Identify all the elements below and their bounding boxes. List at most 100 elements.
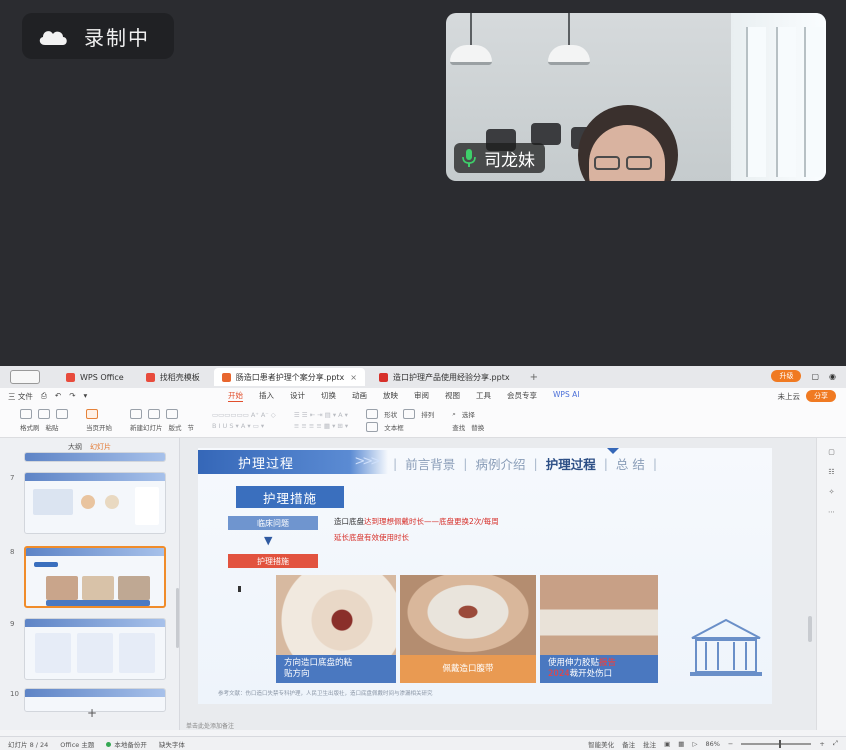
window-layout-icon[interactable]: ▢	[811, 372, 819, 381]
missing-fonts[interactable]: 缺失字体	[159, 739, 185, 749]
home-tab-icon[interactable]	[10, 370, 40, 384]
canvas-scrollbar[interactable]	[808, 616, 812, 642]
section-label[interactable]: 节	[188, 422, 195, 432]
zoom-slider[interactable]	[741, 739, 812, 748]
textbox-icon[interactable]	[366, 422, 379, 432]
current-slide[interactable]: >>> 护理过程 | 前言背景 | 病例介绍 | 护理过程 | 总 结 | 护理…	[198, 448, 772, 704]
add-tab-button[interactable]: +	[530, 372, 538, 383]
sorter-view-icon[interactable]: ▦	[678, 740, 684, 748]
menu-bar: 三 文件 ⎙ ↶ ↷ ▾ 开始 插入 设计 切换 动画 放映 审阅 视图 工具 …	[0, 388, 846, 404]
normal-view-icon[interactable]: ▣	[664, 740, 670, 748]
notes-bar[interactable]: 单击此处添加备注	[180, 720, 816, 730]
section-icon[interactable]	[166, 409, 178, 419]
font-controls[interactable]: ▭▭▭▭▭▭ A⁺ A⁻ ◇	[212, 411, 276, 419]
paragraph-controls[interactable]: ☰ ☰ ⇤ ⇥ ▤ ▾ A ▾	[294, 411, 348, 419]
more-tools-icon[interactable]: ⋯	[828, 508, 835, 516]
menu-insert[interactable]: 插入	[259, 390, 274, 402]
avatar[interactable]: ◉	[829, 372, 836, 381]
slide-canvas: >>> 护理过程 | 前言背景 | 病例介绍 | 护理过程 | 总 结 | 护理…	[180, 438, 816, 730]
participant-video[interactable]: 司龙妹	[446, 13, 826, 181]
participant-name: 司龙妹	[484, 150, 535, 171]
play-from-current-icon[interactable]	[86, 409, 98, 419]
ceiling-lamp	[544, 13, 594, 65]
print-icon[interactable]: ⎙	[41, 391, 47, 402]
arrange-icon[interactable]	[403, 409, 416, 419]
mouse-cursor	[238, 586, 241, 592]
shape-icon[interactable]	[366, 409, 379, 419]
slides-tab[interactable]: 幻灯片	[90, 442, 111, 453]
find-label[interactable]: 查找	[452, 422, 465, 432]
more-icon[interactable]: ▾	[83, 391, 87, 402]
zoom-out-icon[interactable]: −	[728, 740, 733, 748]
slide-thumbnail[interactable]	[24, 618, 166, 680]
menu-view[interactable]: 视图	[445, 390, 460, 402]
format-painter-icon[interactable]	[20, 409, 32, 419]
menu-transition[interactable]: 切换	[321, 390, 336, 402]
menu-tools[interactable]: 工具	[476, 390, 491, 402]
align-controls[interactable]: ≡ ≡ ≡ ≡ ▦ ▾ ⊞ ▾	[294, 422, 348, 430]
menu-animation[interactable]: 动画	[352, 390, 367, 402]
menu-slideshow[interactable]: 放映	[383, 390, 398, 402]
comment-button[interactable]: 批注	[643, 739, 656, 749]
cloud-status[interactable]: 未上云	[778, 391, 801, 402]
format-painter-label: 格式刷	[20, 424, 40, 432]
tab-other-ppt[interactable]: 造口护理产品使用经验分享.pptx	[371, 368, 518, 386]
play-from-current-label[interactable]: 当页开始	[86, 422, 112, 432]
measure-note: 延长底盘有效使用时长	[334, 533, 409, 542]
play-icon[interactable]: ▷	[692, 740, 697, 748]
menu-home[interactable]: 开始	[228, 390, 243, 402]
new-slide-icon[interactable]	[130, 409, 142, 419]
textbox-label[interactable]: 文本框	[384, 422, 404, 432]
upgrade-button[interactable]: 升级	[771, 370, 802, 382]
undo-icon[interactable]: ↶	[55, 391, 61, 402]
recording-badge[interactable]: 录制中	[22, 13, 174, 59]
properties-icon[interactable]: ☷	[828, 468, 834, 476]
thumbnail-scrollbar[interactable]	[176, 588, 179, 648]
tab-current-ppt[interactable]: 肠造口患者护理个案分享.pptx ×	[213, 368, 365, 386]
menu-design[interactable]: 设计	[290, 390, 305, 402]
file-menu[interactable]: 三 文件	[8, 391, 33, 402]
menu-wps-ai[interactable]: WPS AI	[553, 390, 579, 402]
layout-label[interactable]: 版式	[169, 422, 182, 432]
redo-icon[interactable]: ↷	[69, 391, 75, 402]
ceiling-lamp	[446, 13, 496, 65]
cut-icon[interactable]	[56, 409, 68, 419]
select-label[interactable]: 选择	[462, 409, 475, 419]
document-tabs: WPS Office 找稻壳模板 肠造口患者护理个案分享.pptx × 造口护理产…	[0, 366, 846, 388]
cloud-icon	[36, 26, 70, 46]
arrange-label[interactable]: 排列	[421, 409, 434, 419]
slide-thumbnail-current[interactable]	[24, 546, 166, 608]
search-icon[interactable]: ⌕	[452, 410, 456, 419]
section-heading: 护理措施	[236, 486, 344, 508]
share-button[interactable]: 分享	[806, 390, 836, 402]
new-slide-label[interactable]: 新建幻灯片	[130, 422, 163, 432]
slide-thumbnails-panel: 大纲 幻灯片 7 8 9 10 +	[0, 438, 180, 730]
notes-button[interactable]: 备注	[622, 739, 635, 749]
smart-beautify-button[interactable]: 智能美化	[588, 739, 614, 749]
slide-thumbnail[interactable]	[24, 472, 166, 534]
font-style-controls[interactable]: B I U S ▾ A ▾ ▭ ▾	[212, 422, 276, 430]
shape-label[interactable]: 形状	[384, 409, 397, 419]
zoom-in-icon[interactable]: +	[819, 740, 824, 748]
add-slide-button[interactable]: +	[87, 706, 97, 720]
expand-icon[interactable]: ▢	[828, 448, 835, 456]
fit-window-icon[interactable]: ⤢	[833, 739, 838, 748]
slide-thumbnail[interactable]	[24, 452, 166, 462]
backup-status[interactable]: 本地备份开	[106, 739, 147, 749]
menu-member[interactable]: 会员专享	[507, 390, 537, 402]
animation-pane-icon[interactable]: ✧	[829, 488, 835, 496]
tab-wps-office[interactable]: WPS Office	[58, 368, 132, 386]
tab-template[interactable]: 找稻壳模板	[138, 368, 208, 386]
notes-placeholder[interactable]: 单击此处添加备注	[186, 721, 234, 730]
nursing-measure-pill: 护理措施	[228, 554, 318, 568]
outline-tab[interactable]: 大纲	[68, 442, 82, 452]
paste-icon[interactable]	[38, 409, 50, 419]
close-icon[interactable]: ×	[350, 373, 357, 382]
layout-icon[interactable]	[148, 409, 160, 419]
menu-review[interactable]: 审阅	[414, 390, 429, 402]
nav-item: 前言背景	[405, 457, 456, 472]
zoom-level[interactable]: 86%	[705, 740, 719, 748]
recording-label: 录制中	[84, 25, 150, 50]
theme-label[interactable]: Office 主题	[60, 739, 94, 749]
replace-label[interactable]: 替换	[471, 422, 484, 432]
